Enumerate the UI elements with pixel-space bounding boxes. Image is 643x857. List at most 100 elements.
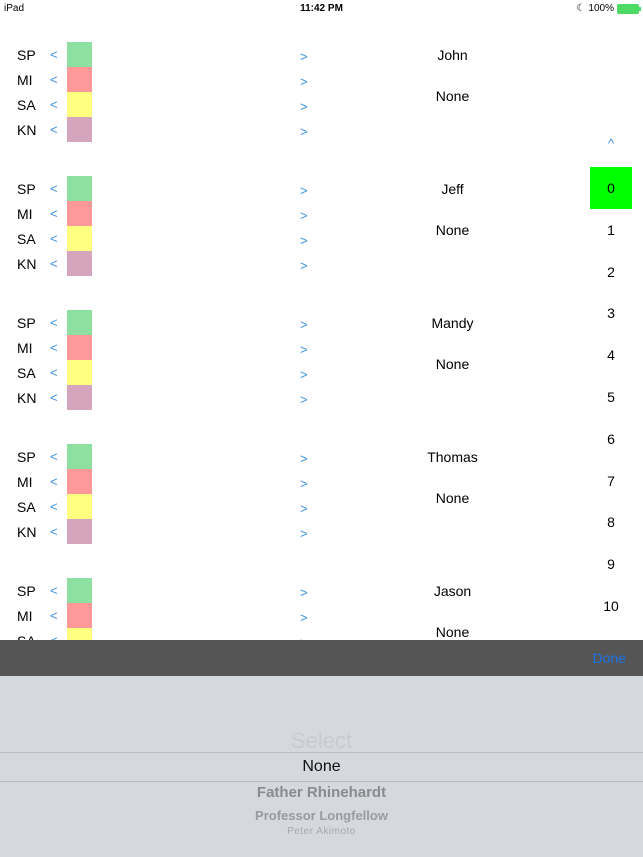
stat-row: SP < > bbox=[0, 444, 330, 469]
increment-button[interactable]: > bbox=[300, 476, 308, 491]
stat-label: SP bbox=[17, 449, 36, 465]
stat-row: SP < > bbox=[0, 578, 330, 603]
picker-option[interactable]: Father Rhinehardt bbox=[0, 784, 643, 801]
decrement-button[interactable]: < bbox=[50, 231, 58, 246]
number-option[interactable]: 8 bbox=[590, 501, 632, 543]
increment-button[interactable]: > bbox=[300, 610, 308, 625]
stat-row: MI < > bbox=[0, 201, 330, 226]
stat-label: SA bbox=[17, 499, 36, 515]
decrement-button[interactable]: < bbox=[50, 122, 58, 137]
student-name: John bbox=[437, 47, 468, 63]
increment-button[interactable]: > bbox=[300, 501, 308, 516]
increment-button[interactable]: > bbox=[300, 451, 308, 466]
increment-button[interactable]: > bbox=[300, 526, 308, 541]
increment-button[interactable]: > bbox=[300, 208, 308, 223]
decrement-button[interactable]: < bbox=[50, 608, 58, 623]
stat-swatch bbox=[67, 92, 92, 117]
decrement-button[interactable]: < bbox=[50, 181, 58, 196]
status-bar: iPad 11:42 PM ☾ 100% bbox=[0, 0, 643, 18]
stat-swatch bbox=[67, 117, 92, 142]
stat-row: SP < > bbox=[0, 42, 330, 67]
increment-button[interactable]: > bbox=[300, 124, 308, 139]
assignment-value[interactable]: None bbox=[380, 222, 525, 238]
stat-swatch bbox=[67, 628, 92, 640]
done-button[interactable]: Done bbox=[593, 650, 626, 666]
decrement-button[interactable]: < bbox=[50, 206, 58, 221]
stat-swatch bbox=[67, 494, 92, 519]
decrement-button[interactable]: < bbox=[50, 72, 58, 87]
number-option[interactable]: 4 bbox=[590, 334, 632, 376]
increment-button[interactable]: > bbox=[300, 233, 308, 248]
stat-swatch bbox=[67, 201, 92, 226]
stat-label: SP bbox=[17, 47, 36, 63]
decrement-button[interactable]: < bbox=[50, 315, 58, 330]
assignment-value[interactable]: None bbox=[380, 490, 525, 506]
number-option[interactable]: 5 bbox=[590, 376, 632, 418]
number-option[interactable]: 2 bbox=[590, 251, 632, 293]
stat-row: SA < > bbox=[0, 226, 330, 251]
stat-label: MI bbox=[17, 340, 33, 356]
number-option[interactable]: 1 bbox=[590, 209, 632, 251]
student-name: Jeff bbox=[441, 181, 464, 197]
stat-row: MI < > bbox=[0, 469, 330, 494]
stat-row: KN < > bbox=[0, 117, 330, 142]
increment-button[interactable]: > bbox=[300, 49, 308, 64]
number-option[interactable]: 9 bbox=[590, 543, 632, 585]
picker-option[interactable]: Professor Longfellow bbox=[0, 808, 643, 823]
stat-label: SP bbox=[17, 315, 36, 331]
decrement-button[interactable]: < bbox=[50, 47, 58, 62]
picker-wheel[interactable]: Select None Father Rhinehardt Professor … bbox=[0, 676, 643, 857]
assignment-value[interactable]: None bbox=[380, 356, 525, 372]
moon-icon: ☾ bbox=[576, 3, 586, 14]
stat-swatch bbox=[67, 444, 92, 469]
increment-button[interactable]: > bbox=[300, 392, 308, 407]
increment-button[interactable]: > bbox=[300, 585, 308, 600]
decrement-button[interactable]: < bbox=[50, 390, 58, 405]
student-group: SP < > MI < > SA < > KN < > Thomas None bbox=[0, 444, 560, 554]
picker-selection-top-line bbox=[0, 752, 643, 753]
increment-button[interactable]: > bbox=[300, 183, 308, 198]
increment-button[interactable]: > bbox=[300, 342, 308, 357]
increment-button[interactable]: > bbox=[300, 74, 308, 89]
increment-button[interactable]: > bbox=[300, 367, 308, 382]
number-option[interactable]: 3 bbox=[590, 292, 632, 334]
decrement-button[interactable]: < bbox=[50, 524, 58, 539]
decrement-button[interactable]: < bbox=[50, 97, 58, 112]
picker-toolbar: Done bbox=[0, 640, 643, 676]
assignment-value[interactable]: None bbox=[380, 88, 525, 104]
stat-label: KN bbox=[17, 256, 37, 272]
stat-label: KN bbox=[17, 390, 37, 406]
picker-option[interactable]: Peter Akimoto bbox=[0, 826, 643, 837]
decrement-button[interactable]: < bbox=[50, 633, 58, 640]
picker-title: Select bbox=[290, 728, 353, 753]
decrement-button[interactable]: < bbox=[50, 474, 58, 489]
battery-percent: 100% bbox=[588, 3, 614, 14]
stat-swatch bbox=[67, 310, 92, 335]
decrement-button[interactable]: < bbox=[50, 499, 58, 514]
decrement-button[interactable]: < bbox=[50, 365, 58, 380]
stat-row: KN < > bbox=[0, 385, 330, 410]
decrement-button[interactable]: < bbox=[50, 449, 58, 464]
decrement-button[interactable]: < bbox=[50, 256, 58, 271]
number-option[interactable]: 7 bbox=[590, 460, 632, 502]
student-name: Jason bbox=[433, 583, 472, 599]
decrement-button[interactable]: < bbox=[50, 340, 58, 355]
number-option[interactable]: 6 bbox=[590, 418, 632, 460]
number-option[interactable]: 10 bbox=[590, 585, 632, 627]
scroll-up-button[interactable]: ^ bbox=[590, 136, 632, 151]
stat-row: SP < > bbox=[0, 176, 330, 201]
increment-button[interactable]: > bbox=[300, 258, 308, 273]
number-option[interactable]: 0 bbox=[590, 167, 632, 209]
stat-label: MI bbox=[17, 206, 33, 222]
increment-button[interactable]: > bbox=[300, 317, 308, 332]
picker-selected-option[interactable]: None bbox=[0, 758, 643, 776]
stat-row: KN < > bbox=[0, 519, 330, 544]
assignment-value[interactable]: None bbox=[380, 624, 525, 640]
decrement-button[interactable]: < bbox=[50, 583, 58, 598]
stat-row: SP < > bbox=[0, 310, 330, 335]
increment-button[interactable]: > bbox=[300, 99, 308, 114]
stat-label: SP bbox=[17, 583, 36, 599]
stat-swatch bbox=[67, 335, 92, 360]
stat-swatch bbox=[67, 578, 92, 603]
student-group: SP<>MI<>SA<>KN<>JasonNone bbox=[0, 578, 560, 640]
